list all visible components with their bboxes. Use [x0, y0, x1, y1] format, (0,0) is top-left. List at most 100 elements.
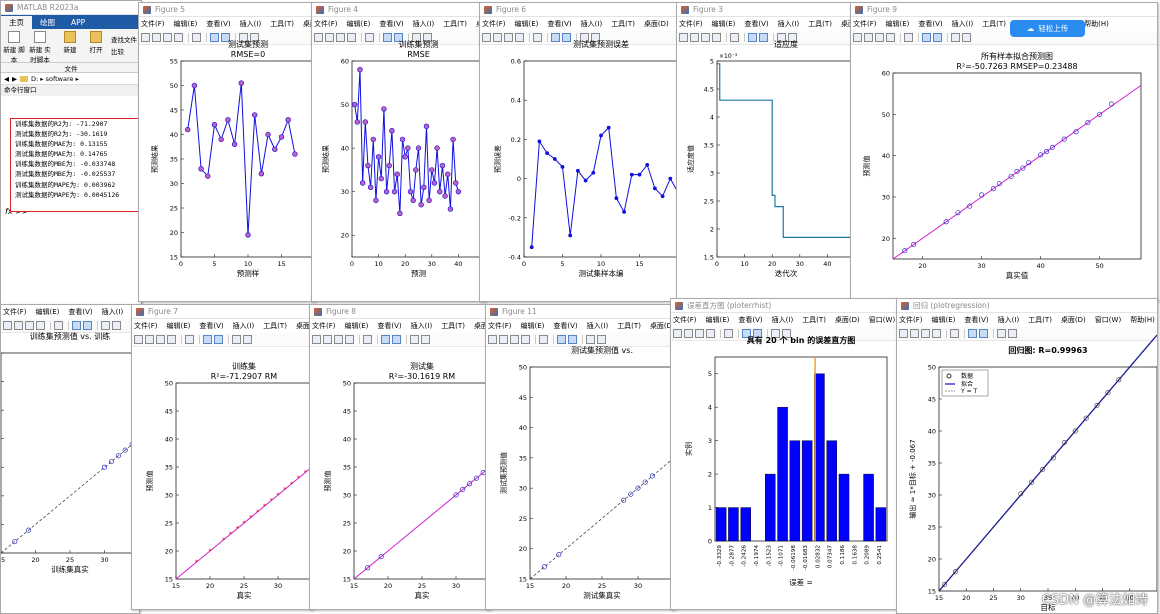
- save-icon[interactable]: [156, 335, 165, 344]
- edit-plot-icon[interactable]: [1008, 329, 1017, 338]
- menu-item[interactable]: 插入(I): [952, 19, 974, 29]
- open-icon[interactable]: [323, 335, 332, 344]
- menu-item[interactable]: 窗口(W): [1095, 315, 1121, 325]
- menu-item[interactable]: 插入(I): [581, 19, 603, 29]
- print-icon[interactable]: [345, 335, 354, 344]
- back-arrow-icon[interactable]: ◀: [4, 75, 9, 83]
- save-icon[interactable]: [334, 335, 343, 344]
- menu-item[interactable]: 工具(T): [263, 321, 287, 331]
- compare-button[interactable]: 比较: [111, 46, 124, 56]
- axes-box[interactable]: [523, 60, 678, 258]
- print-icon[interactable]: [167, 335, 176, 344]
- axes-box[interactable]: [938, 366, 1157, 592]
- link-icon[interactable]: [730, 33, 739, 42]
- new-figure-icon[interactable]: [134, 335, 143, 344]
- menu-item[interactable]: 文件(F): [488, 321, 512, 331]
- print-icon[interactable]: [932, 329, 941, 338]
- forward-arrow-icon[interactable]: ▶: [12, 75, 17, 83]
- current-path[interactable]: D: ▸ software ▸: [31, 75, 79, 83]
- new-figure-icon[interactable]: [314, 33, 323, 42]
- open-icon[interactable]: [499, 335, 508, 344]
- save-icon[interactable]: [504, 33, 513, 42]
- tab-apps[interactable]: APP: [63, 16, 93, 29]
- new-figure-icon[interactable]: [673, 329, 682, 338]
- menu-item[interactable]: 编辑(E): [932, 315, 956, 325]
- legend-icon[interactable]: [392, 335, 401, 344]
- menu-item[interactable]: 编辑(E): [347, 19, 371, 29]
- menu-item[interactable]: 编辑(E): [886, 19, 910, 29]
- link-icon[interactable]: [904, 33, 913, 42]
- menu-item[interactable]: 查看(V): [377, 321, 401, 331]
- menu-item[interactable]: 工具(T): [982, 19, 1006, 29]
- menu-item[interactable]: 文件(F): [312, 321, 336, 331]
- menu-item[interactable]: 文件(F): [673, 315, 697, 325]
- link-icon[interactable]: [54, 321, 63, 330]
- link-icon[interactable]: [950, 329, 959, 338]
- find-files-button[interactable]: 查找文件: [111, 34, 137, 44]
- menu-item[interactable]: 文件(F): [899, 315, 923, 325]
- new-figure-icon[interactable]: [141, 33, 150, 42]
- pointer-icon[interactable]: [101, 321, 110, 330]
- menu-item[interactable]: 查看(V): [547, 19, 571, 29]
- save-icon[interactable]: [921, 329, 930, 338]
- tab-plots[interactable]: 绘图: [32, 16, 63, 29]
- colorbar-icon[interactable]: [203, 335, 212, 344]
- menu-item[interactable]: 桌面(D): [835, 315, 860, 325]
- open-button[interactable]: 打开: [85, 31, 107, 54]
- menu-item[interactable]: 编辑(E): [174, 19, 198, 29]
- menu-item[interactable]: 编辑(E): [712, 19, 736, 29]
- edit-plot-icon[interactable]: [421, 335, 430, 344]
- legend-icon[interactable]: [214, 335, 223, 344]
- menu-item[interactable]: 插入(I): [102, 307, 124, 317]
- link-icon[interactable]: [363, 335, 372, 344]
- new-figure-icon[interactable]: [482, 33, 491, 42]
- colorbar-icon[interactable]: [72, 321, 81, 330]
- print-icon[interactable]: [521, 335, 530, 344]
- edit-plot-icon[interactable]: [243, 335, 252, 344]
- save-icon[interactable]: [695, 329, 704, 338]
- link-icon[interactable]: [724, 329, 733, 338]
- axes-box[interactable]: [892, 72, 1142, 260]
- colorbar-icon[interactable]: [381, 335, 390, 344]
- menu-item[interactable]: 插入(I): [587, 321, 609, 331]
- menu-item[interactable]: 编辑(E): [345, 321, 369, 331]
- new-figure-icon[interactable]: [312, 335, 321, 344]
- menu-item[interactable]: 工具(T): [270, 19, 294, 29]
- menu-item[interactable]: 查看(V): [553, 321, 577, 331]
- print-icon[interactable]: [174, 33, 183, 42]
- axes-box[interactable]: [353, 382, 490, 580]
- axes-box[interactable]: [716, 60, 855, 258]
- menu-item[interactable]: 编辑(E): [167, 321, 191, 331]
- pointer-icon[interactable]: [586, 335, 595, 344]
- menu-item[interactable]: 插入(I): [413, 19, 435, 29]
- save-icon[interactable]: [163, 33, 172, 42]
- open-icon[interactable]: [910, 329, 919, 338]
- menu-item[interactable]: 编辑(E): [515, 19, 539, 29]
- menu-item[interactable]: 工具(T): [617, 321, 641, 331]
- save-icon[interactable]: [701, 33, 710, 42]
- link-icon[interactable]: [539, 335, 548, 344]
- open-icon[interactable]: [684, 329, 693, 338]
- print-icon[interactable]: [36, 321, 45, 330]
- open-icon[interactable]: [14, 321, 23, 330]
- menu-item[interactable]: 插入(I): [233, 321, 255, 331]
- menu-item[interactable]: 工具(T): [443, 19, 467, 29]
- menu-item[interactable]: 查看(V): [918, 19, 942, 29]
- new-live-script-button[interactable]: 新建 实时脚本: [29, 31, 51, 64]
- open-icon[interactable]: [864, 33, 873, 42]
- save-icon[interactable]: [336, 33, 345, 42]
- menu-item[interactable]: 插入(I): [772, 315, 794, 325]
- new-figure-icon[interactable]: [679, 33, 688, 42]
- print-icon[interactable]: [886, 33, 895, 42]
- menu-item[interactable]: 工具(T): [611, 19, 635, 29]
- legend-icon[interactable]: [568, 335, 577, 344]
- menu-item[interactable]: 桌面(D): [1061, 315, 1086, 325]
- edit-plot-icon[interactable]: [112, 321, 121, 330]
- upload-badge[interactable]: ☁ 轻松上传: [1010, 20, 1085, 37]
- menu-item[interactable]: 插入(I): [998, 315, 1020, 325]
- print-icon[interactable]: [347, 33, 356, 42]
- legend-icon[interactable]: [933, 33, 942, 42]
- legend-icon[interactable]: [562, 33, 571, 42]
- menu-item[interactable]: 插入(I): [240, 19, 262, 29]
- save-icon[interactable]: [875, 33, 884, 42]
